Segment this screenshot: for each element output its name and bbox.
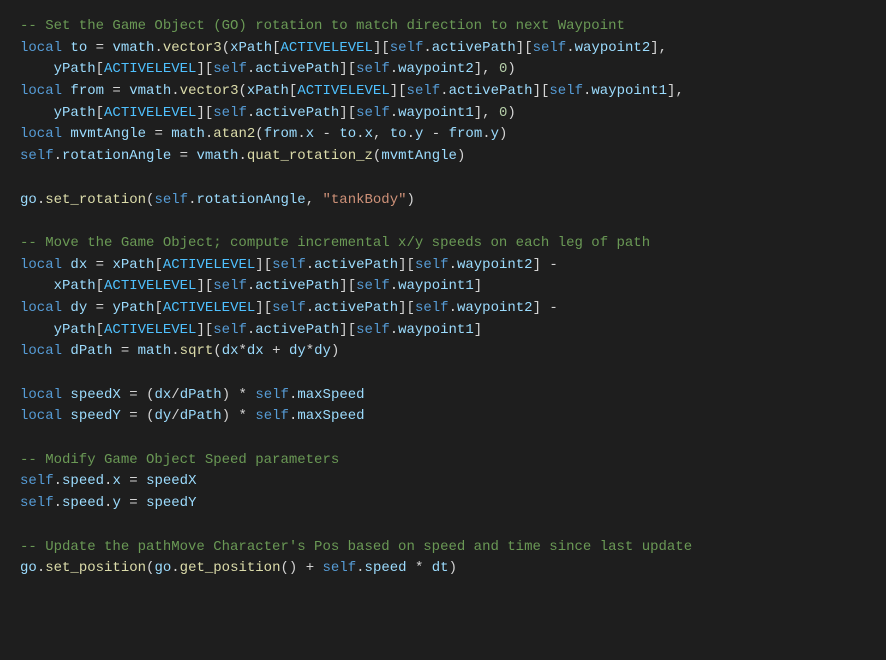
code-line: local to = vmath.vector3(xPath[ACTIVELEV…	[20, 38, 866, 60]
code-editor[interactable]: -- Set the Game Object (GO) rotation to …	[20, 16, 866, 580]
code-line: local speedX = (dx/dPath) * self.maxSpee…	[20, 385, 866, 407]
code-line: -- Update the pathMove Character's Pos b…	[20, 537, 866, 559]
code-line: go.set_position(go.get_position() + self…	[20, 558, 866, 580]
code-line: local speedY = (dy/dPath) * self.maxSpee…	[20, 406, 866, 428]
code-line: self.speed.x = speedX	[20, 471, 866, 493]
code-line: local mvmtAngle = math.atan2(from.x - to…	[20, 124, 866, 146]
comment: -- Move the Game Object; compute increme…	[20, 235, 650, 251]
code-line: local dPath = math.sqrt(dx*dx + dy*dy)	[20, 341, 866, 363]
code-line: local dy = yPath[ACTIVELEVEL][self.activ…	[20, 298, 866, 320]
code-line: local from = vmath.vector3(xPath[ACTIVEL…	[20, 81, 866, 103]
code-line: xPath[ACTIVELEVEL][self.activePath][self…	[20, 276, 866, 298]
code-line: go.set_rotation(self.rotationAngle, "tan…	[20, 190, 866, 212]
comment: -- Modify Game Object Speed parameters	[20, 452, 339, 468]
code-line: -- Move the Game Object; compute increme…	[20, 233, 866, 255]
code-line: local dx = xPath[ACTIVELEVEL][self.activ…	[20, 255, 866, 277]
code-line: yPath[ACTIVELEVEL][self.activePath][self…	[20, 320, 866, 342]
code-line: yPath[ACTIVELEVEL][self.activePath][self…	[20, 59, 866, 81]
blank-line	[20, 428, 866, 450]
comment: -- Update the pathMove Character's Pos b…	[20, 539, 692, 555]
blank-line	[20, 168, 866, 190]
comment: -- Set the Game Object (GO) rotation to …	[20, 18, 625, 34]
code-line: -- Set the Game Object (GO) rotation to …	[20, 16, 866, 38]
code-line: yPath[ACTIVELEVEL][self.activePath][self…	[20, 103, 866, 125]
blank-line	[20, 363, 866, 385]
blank-line	[20, 211, 866, 233]
code-line: -- Modify Game Object Speed parameters	[20, 450, 866, 472]
code-line: self.speed.y = speedY	[20, 493, 866, 515]
code-line: self.rotationAngle = vmath.quat_rotation…	[20, 146, 866, 168]
blank-line	[20, 515, 866, 537]
